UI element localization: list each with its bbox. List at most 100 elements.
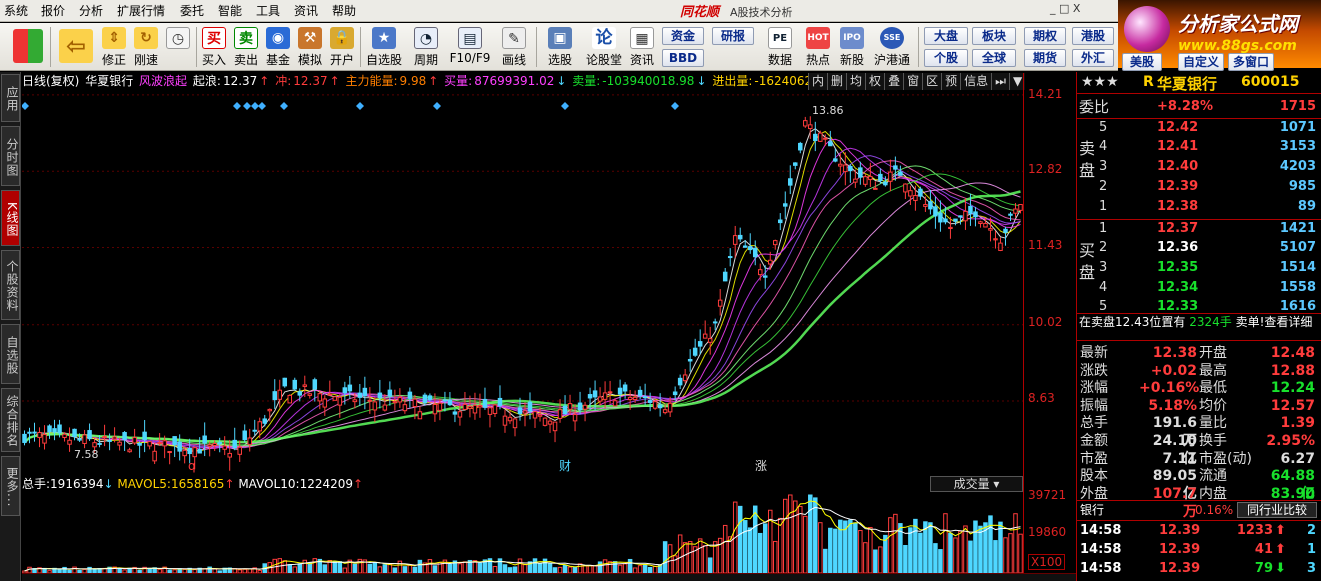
candle[interactable] (602, 381, 608, 409)
candle[interactable] (893, 156, 898, 181)
candle[interactable] (913, 185, 918, 211)
candle[interactable] (287, 394, 293, 404)
candle[interactable] (302, 375, 308, 398)
quick-futures[interactable]: 期货 (1024, 49, 1066, 67)
candle[interactable] (923, 196, 928, 212)
candle[interactable] (427, 393, 433, 402)
tool-tab-range[interactable]: 区 (922, 73, 942, 90)
candle[interactable] (973, 206, 978, 227)
candle[interactable] (848, 164, 853, 183)
quick-index[interactable]: 大盘 (924, 27, 968, 45)
candle[interactable] (167, 451, 172, 465)
kline-chart[interactable]: 13.86 7.58 q 财 涨 (22, 90, 1023, 474)
buy-level-row[interactable]: 4 12.34 1558 (1077, 279, 1321, 297)
news-button[interactable]: ▦ 资讯 (628, 25, 656, 69)
correct-button[interactable]: ⇕ 修正 (100, 25, 128, 69)
fund-button[interactable]: ◉ 基金 (264, 25, 292, 69)
buy-level-row[interactable]: 5 12.33 1616 (1077, 298, 1321, 313)
candle[interactable] (357, 383, 363, 407)
sell-level-row[interactable]: 5 12.42 1071 (1077, 119, 1321, 137)
candle[interactable] (803, 116, 808, 128)
sell-level-row[interactable]: 3 12.40 4203 (1077, 158, 1321, 176)
candle[interactable] (657, 393, 663, 417)
buy-level-row[interactable]: 1 12.37 1421 (1077, 220, 1321, 238)
candle[interactable] (978, 220, 983, 228)
candle[interactable] (993, 230, 998, 249)
tab-intraday[interactable]: 分时图 (1, 126, 20, 186)
menu-smart[interactable]: 智能 (218, 3, 242, 19)
candle[interactable] (387, 381, 393, 406)
quick-multiwindow[interactable]: 多窗口 (1228, 53, 1274, 71)
candle[interactable] (752, 240, 758, 266)
candle[interactable] (793, 162, 798, 170)
sell-level-row[interactable]: 2 12.39 985 (1077, 178, 1321, 196)
candle[interactable] (232, 427, 237, 451)
candle[interactable] (52, 419, 57, 441)
menu-system[interactable]: 系统 (4, 3, 28, 19)
buy-level-row[interactable]: 2 12.36 5107 (1077, 239, 1321, 257)
candle[interactable] (547, 418, 553, 433)
candle[interactable] (888, 159, 893, 192)
back-button[interactable]: ⇦ (56, 25, 96, 69)
candle[interactable] (938, 200, 943, 232)
candle[interactable] (908, 185, 913, 205)
candle[interactable] (783, 191, 788, 220)
candle[interactable] (487, 406, 493, 428)
candle[interactable] (863, 174, 868, 187)
tool-tab-forecast[interactable]: 预 (941, 73, 961, 90)
candle[interactable] (647, 392, 653, 412)
alert-link[interactable]: 卖单!查看详细 (1236, 315, 1313, 329)
candle[interactable] (137, 441, 142, 458)
candle[interactable] (452, 408, 458, 423)
tab-apps[interactable]: 应用 (1, 74, 20, 122)
window-controls[interactable]: _ □ X (1050, 2, 1080, 15)
buy-button[interactable]: 买 买入 (200, 25, 228, 69)
candle[interactable] (707, 326, 713, 355)
candle[interactable] (477, 393, 483, 418)
event-mark-rise[interactable]: 涨 (755, 458, 767, 473)
candle[interactable] (933, 196, 938, 229)
candle[interactable] (142, 420, 147, 453)
candle[interactable] (32, 422, 37, 442)
candle[interactable] (512, 417, 518, 437)
tool-tab-next-icon[interactable]: ⏭ (991, 73, 1009, 90)
candle[interactable] (788, 165, 793, 195)
candle[interactable] (903, 183, 908, 200)
candle[interactable] (272, 379, 278, 409)
simulate-button[interactable]: ⚒ 模拟 (296, 25, 324, 69)
candle[interactable] (417, 406, 423, 420)
candle[interactable] (482, 387, 488, 410)
candle[interactable] (407, 387, 413, 408)
candle[interactable] (722, 268, 728, 282)
sell-level-row[interactable]: 4 12.41 3153 (1077, 138, 1321, 156)
candle[interactable] (72, 428, 77, 441)
menu-extended[interactable]: 扩展行情 (117, 3, 165, 19)
candle[interactable] (202, 422, 207, 457)
compare-peers-button[interactable]: 同行业比较 (1237, 502, 1317, 518)
candle[interactable] (22, 430, 27, 446)
candle[interactable] (247, 428, 252, 452)
candle[interactable] (182, 447, 187, 464)
tab-kline[interactable]: K线图 (1, 190, 20, 246)
candle[interactable] (322, 395, 328, 416)
candle[interactable] (527, 392, 533, 420)
sell-button[interactable]: 卖 卖出 (232, 25, 260, 69)
candle[interactable] (397, 388, 403, 408)
tool-tab-avg[interactable]: 均 (846, 73, 866, 90)
hotspot-button[interactable]: HOT 热点 (804, 25, 832, 69)
candle[interactable] (702, 320, 708, 339)
candle[interactable] (237, 440, 242, 462)
candle[interactable] (262, 414, 267, 427)
candle[interactable] (152, 442, 157, 465)
quick-options[interactable]: 期权 (1024, 27, 1066, 45)
candle[interactable] (27, 427, 32, 444)
quick-capital[interactable]: 资金 (662, 27, 704, 45)
quick-sector[interactable]: 板块 (972, 27, 1016, 45)
event-mark-finance[interactable]: 财 (559, 459, 571, 473)
candle[interactable] (282, 377, 288, 388)
indicator-name[interactable]: 风波浪起 (139, 74, 187, 88)
ipo-button[interactable]: IPO 新股 (838, 25, 866, 69)
candle[interactable] (432, 393, 438, 422)
candle[interactable] (717, 289, 723, 316)
event-mark-q[interactable]: q (188, 459, 196, 473)
